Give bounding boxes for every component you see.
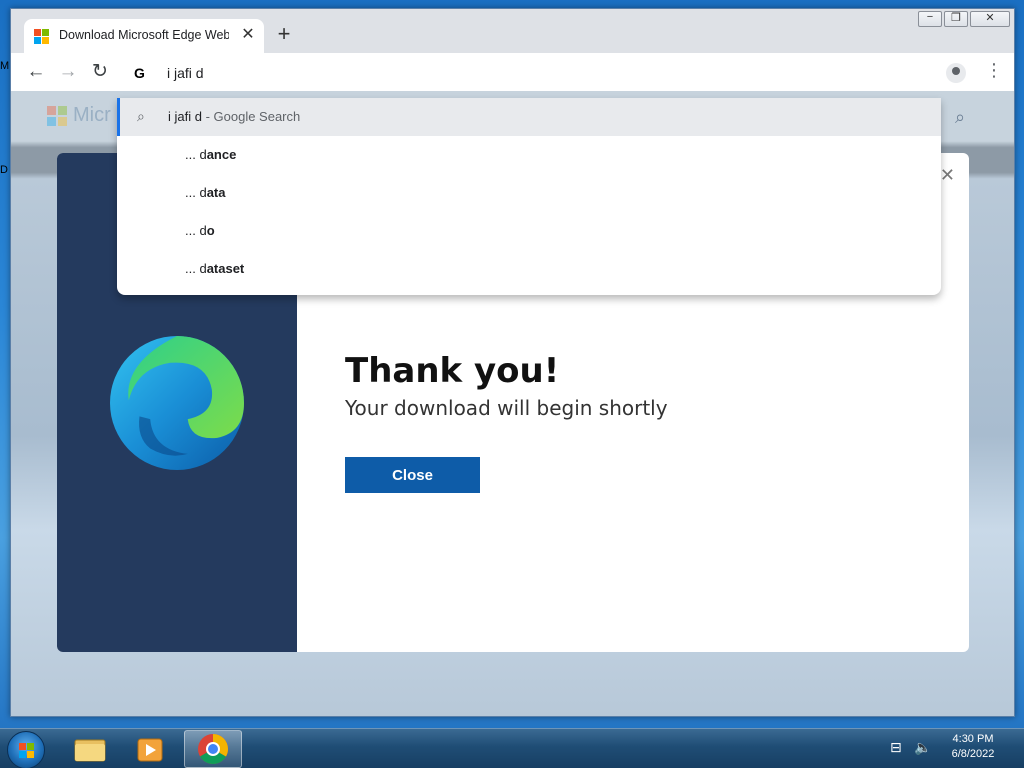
taskbar-chrome[interactable]	[184, 730, 242, 768]
chrome-icon	[198, 734, 228, 765]
suggestion-item[interactable]: ... do	[117, 212, 941, 250]
modal-heading: Thank you!	[345, 351, 560, 391]
new-tab-button[interactable]: +	[273, 23, 295, 45]
desktop-edge-text: M	[0, 60, 10, 72]
reload-button[interactable]: ↻	[90, 62, 110, 82]
suggestion-suffix: - Google Search	[201, 109, 301, 124]
suggestion-prefix: ... d	[185, 147, 207, 162]
clock[interactable]: 4:30 PM 6/8/2022	[940, 733, 1006, 760]
google-icon: G	[134, 65, 145, 81]
search-icon[interactable]: ⌕	[955, 107, 965, 128]
tab-close-icon[interactable]: ✕	[238, 25, 258, 45]
clock-date: 6/8/2022	[951, 748, 995, 760]
taskbar: ⊟ 🔈 4:30 PM 6/8/2022	[0, 728, 1024, 768]
media-player-icon	[137, 738, 163, 762]
browser-tab[interactable]: Download Microsoft Edge Web Browser ✕	[24, 19, 264, 53]
minimize-button[interactable]: −	[918, 11, 942, 27]
restore-icon: ❐	[951, 12, 961, 24]
close-window-button[interactable]: ✕	[970, 11, 1010, 27]
suggestion-google-search[interactable]: ⌕ i jafi d - Google Search	[117, 98, 941, 136]
browser-window: Download Microsoft Edge Web Browser ✕ + …	[10, 8, 1015, 717]
forward-button[interactable]: →	[58, 62, 78, 82]
suggestion-prefix: ... d	[185, 223, 207, 238]
network-icon[interactable]: ⊟	[890, 739, 902, 756]
suggestion-item[interactable]: ... dance	[117, 136, 941, 174]
volume-icon[interactable]: 🔈	[914, 739, 931, 756]
close-icon: ✕	[985, 12, 995, 24]
suggestion-prefix: ... d	[185, 185, 207, 200]
desktop-edge-text: D	[0, 164, 8, 176]
edge-logo-icon	[110, 336, 244, 470]
taskbar-explorer[interactable]	[60, 730, 118, 768]
modal-subheading: Your download will begin shortly	[345, 396, 668, 420]
omnibox-suggestions: ⌕ i jafi d - Google Search ... dance ...…	[117, 98, 941, 295]
title-bar: Download Microsoft Edge Web Browser ✕ + …	[11, 9, 1014, 53]
suggestion-item[interactable]: ... data	[117, 174, 941, 212]
suggestion-completion: ata	[206, 185, 226, 200]
restore-button[interactable]: ❐	[944, 11, 968, 27]
suggestion-query: i jafi d	[168, 109, 202, 124]
suggestion-item[interactable]: ... dataset	[117, 250, 941, 288]
menu-icon[interactable]: ⋮	[985, 60, 1003, 80]
microsoft-logo-icon	[47, 106, 67, 126]
clock-time: 4:30 PM	[952, 733, 994, 745]
close-button[interactable]: Close	[345, 457, 480, 493]
start-button[interactable]	[7, 731, 45, 768]
taskbar-media-player[interactable]	[122, 730, 180, 768]
profile-icon[interactable]	[946, 63, 966, 83]
suggestion-completion: o	[206, 223, 215, 238]
brand-name: Micr	[73, 104, 111, 126]
address-input[interactable]	[167, 63, 927, 83]
modal-close-icon[interactable]: ✕	[940, 165, 955, 186]
suggestion-completion: ataset	[206, 261, 245, 276]
tab-title: Download Microsoft Edge Web Browser	[59, 28, 229, 42]
search-icon: ⌕	[137, 108, 145, 124]
omnibox[interactable]: G	[118, 56, 941, 90]
minimize-icon: −	[926, 11, 934, 23]
microsoft-logo-icon	[34, 29, 49, 44]
suggestion-prefix: ... d	[185, 261, 207, 276]
suggestion-completion: ance	[206, 147, 237, 162]
folder-icon	[74, 739, 106, 762]
browser-toolbar: ← → ↻ G ⋮	[11, 53, 1014, 91]
back-button[interactable]: ←	[26, 62, 46, 82]
